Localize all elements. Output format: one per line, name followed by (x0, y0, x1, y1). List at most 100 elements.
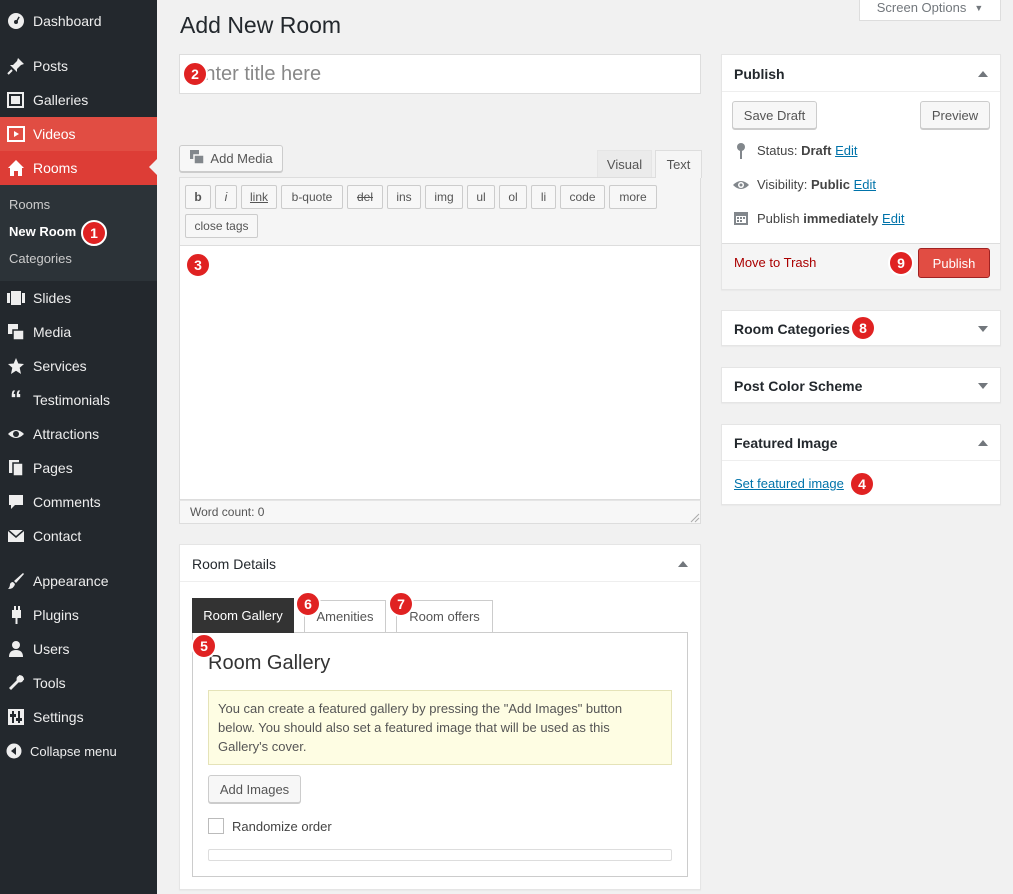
room-categories-title: Room Categories (734, 321, 850, 337)
publish-title: Publish (734, 66, 785, 82)
toggle-up-icon[interactable] (978, 71, 988, 77)
toggle-up-icon[interactable] (978, 440, 988, 446)
gallery-notice: You can create a featured gallery by pre… (208, 690, 672, 765)
randomize-checkbox[interactable] (208, 818, 224, 834)
toggle-down-icon[interactable] (978, 383, 988, 389)
video-icon (6, 124, 26, 144)
pages-icon (6, 458, 26, 478)
sidebar-item-slides[interactable]: Slides (0, 281, 157, 315)
screen-options-button[interactable]: Screen Options ▼ (859, 0, 1001, 21)
qt-ul-button[interactable]: ul (467, 185, 495, 209)
qt-more-button[interactable]: more (609, 185, 657, 209)
media-icon (6, 322, 26, 342)
sidebar-item-label: Testimonials (33, 392, 111, 408)
plugin-icon (6, 605, 26, 625)
tab-room-gallery[interactable]: Room Gallery (192, 598, 294, 633)
sidebar-item-appearance[interactable]: Appearance (0, 564, 157, 598)
sidebar-item-pages[interactable]: Pages (0, 451, 157, 485)
sidebar-item-tools[interactable]: Tools (0, 666, 157, 700)
sidebar-item-label: Users (33, 641, 70, 657)
screen-options-label: Screen Options (876, 0, 967, 15)
tab-visual[interactable]: Visual (597, 150, 652, 178)
sidebar-item-comments[interactable]: Comments (0, 485, 157, 519)
room-details-title: Room Details (192, 556, 277, 572)
title-placeholder: Enter title here (191, 63, 322, 85)
sidebar-item-users[interactable]: Users (0, 632, 157, 666)
sidebar-item-label: Rooms (33, 160, 78, 176)
annotation-badge-5: 5 (191, 633, 217, 659)
edit-status-link[interactable]: Edit (835, 143, 857, 158)
sidebar-item-rooms[interactable]: Rooms (0, 151, 157, 185)
sidebar-item-label: Services (33, 358, 87, 374)
page-title: Add New Room (180, 12, 342, 38)
content-textarea[interactable] (179, 245, 701, 500)
sidebar-item-attractions[interactable]: Attractions (0, 417, 157, 451)
sidebar-item-galleries[interactable]: Galleries (0, 83, 157, 117)
preview-button[interactable]: Preview (920, 101, 990, 129)
move-to-trash-link[interactable]: Move to Trash (734, 255, 816, 270)
collapse-icon (4, 741, 24, 761)
sidebar-item-services[interactable]: Services (0, 349, 157, 383)
sidebar-item-videos[interactable]: Videos (0, 117, 157, 151)
sidebar-item-label: Attractions (33, 426, 100, 442)
qt-italic-button[interactable]: i (215, 185, 237, 209)
add-media-label: Add Media (210, 151, 273, 166)
gallery-images-area (208, 849, 672, 861)
sidebar-item-posts[interactable]: Posts (0, 49, 157, 83)
qt-bquote-button[interactable]: b-quote (281, 185, 343, 209)
publish-time-value: immediately (803, 211, 879, 226)
annotation-badge-3: 3 (185, 252, 211, 278)
toggle-up-icon[interactable] (678, 561, 688, 567)
qt-ins-button[interactable]: ins (387, 185, 421, 209)
resize-handle-icon[interactable] (688, 511, 700, 523)
visibility-value: Public (810, 177, 850, 192)
annotation-badge-1: 1 (81, 220, 107, 246)
sidebar-item-contact[interactable]: Contact (0, 519, 157, 553)
qt-li-button[interactable]: li (531, 185, 556, 209)
sidebar-item-plugins[interactable]: Plugins (0, 598, 157, 632)
sidebar-item-media[interactable]: Media (0, 315, 157, 349)
edit-visibility-link[interactable]: Edit (854, 177, 876, 192)
qt-bold-button[interactable]: b (185, 185, 211, 209)
sidebar-item-label: Dashboard (33, 13, 102, 29)
divider (180, 581, 700, 582)
annotation-badge-6: 6 (295, 591, 321, 617)
sidebar-item-label: Contact (33, 528, 82, 544)
annotation-badge-2: 2 (182, 61, 208, 87)
sidebar-item-label: Collapse menu (30, 743, 117, 759)
edit-publish-time-link[interactable]: Edit (882, 211, 904, 226)
room-gallery-heading: Room Gallery (208, 652, 331, 674)
mail-icon (6, 526, 26, 546)
tab-text[interactable]: Text (655, 150, 702, 178)
qt-code-button[interactable]: code (560, 185, 605, 209)
sidebar-item-testimonials[interactable]: “ Testimonials (0, 383, 157, 417)
qt-ol-button[interactable]: ol (499, 185, 527, 209)
eye-icon (732, 178, 750, 195)
save-draft-button[interactable]: Save Draft (732, 101, 817, 129)
sidebar-item-settings[interactable]: Settings (0, 700, 157, 734)
submenu-item-categories[interactable]: Categories (9, 251, 72, 266)
media-icon (189, 149, 206, 168)
qt-close-tags-button[interactable]: close tags (185, 214, 258, 238)
qt-del-button[interactable]: del (347, 185, 383, 209)
submenu-item-rooms[interactable]: Rooms (9, 197, 50, 212)
post-color-scheme-box[interactable]: Post Color Scheme (721, 367, 1001, 403)
gallery-icon (6, 90, 26, 110)
pin-icon (734, 142, 748, 163)
slides-icon (6, 288, 26, 308)
add-images-button[interactable]: Add Images (208, 775, 301, 803)
word-count: Word count: 0 (179, 500, 701, 524)
toggle-down-icon[interactable] (978, 326, 988, 332)
qt-link-button[interactable]: link (241, 185, 277, 209)
add-media-button[interactable]: Add Media (179, 145, 283, 172)
submenu-item-new-room[interactable]: New Room (9, 224, 76, 239)
eye-icon (6, 424, 26, 444)
publish-button[interactable]: Publish (918, 248, 990, 278)
rooms-submenu: Rooms New Room Categories (0, 185, 157, 281)
sidebar-item-dashboard[interactable]: Dashboard (0, 4, 157, 38)
title-input[interactable]: Enter title here (179, 54, 701, 94)
qt-img-button[interactable]: img (425, 185, 463, 209)
annotation-badge-9: 9 (888, 250, 914, 276)
collapse-menu-button[interactable]: Collapse menu (0, 734, 157, 768)
set-featured-image-link[interactable]: Set featured image (734, 476, 844, 491)
